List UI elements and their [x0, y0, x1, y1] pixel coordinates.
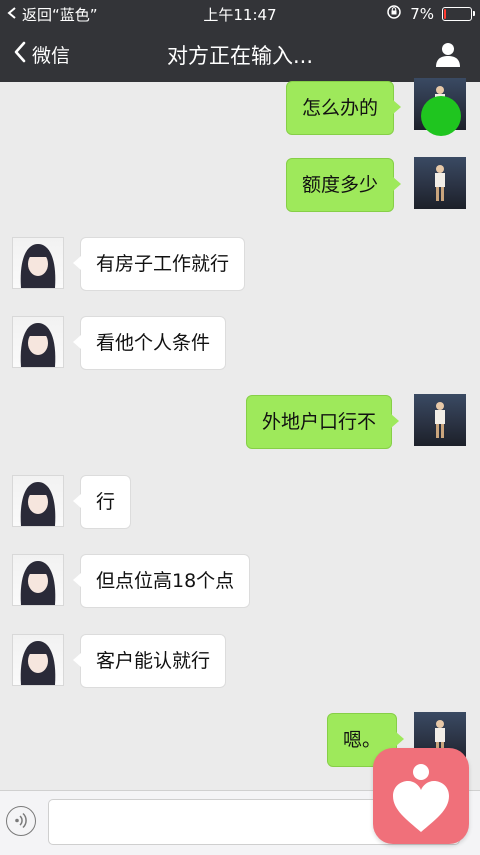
battery-level	[444, 9, 446, 19]
green-status-dot	[421, 96, 461, 136]
battery-icon	[442, 7, 475, 21]
my-avatar[interactable]	[414, 394, 466, 446]
message-bubble-incoming[interactable]: 但点位高18个点	[72, 554, 251, 608]
chat-title: 对方正在输入...	[166, 44, 314, 68]
voice-icon[interactable]	[6, 806, 36, 836]
message-bubble-incoming[interactable]: 有房子工作就行	[72, 237, 246, 291]
contact-avatar[interactable]	[12, 237, 64, 289]
message-bubble-outgoing[interactable]: 外地户口行不	[246, 395, 400, 449]
message-bubble-outgoing[interactable]: 额度多少	[286, 158, 402, 212]
chat-nav-bar: 微信 对方正在输入...	[0, 26, 480, 82]
message-bubble-incoming[interactable]: 客户能认就行	[72, 634, 227, 688]
status-bar: 返回“蓝色” 上午11:47 7%	[0, 0, 480, 26]
message-bubble-outgoing[interactable]: 怎么办的	[286, 81, 402, 135]
contact-avatar[interactable]	[12, 554, 64, 606]
message-bubble-incoming[interactable]: 行	[72, 475, 132, 529]
orientation-lock-icon	[386, 4, 402, 24]
battery-percent: 7%	[410, 5, 434, 23]
profile-icon[interactable]	[434, 40, 462, 68]
my-avatar[interactable]	[414, 157, 466, 209]
contact-avatar[interactable]	[12, 316, 64, 368]
message-bubble-incoming[interactable]: 看他个人条件	[72, 316, 227, 370]
heart-app-icon[interactable]	[373, 748, 469, 844]
contact-avatar[interactable]	[12, 634, 64, 686]
contact-avatar[interactable]	[12, 475, 64, 527]
